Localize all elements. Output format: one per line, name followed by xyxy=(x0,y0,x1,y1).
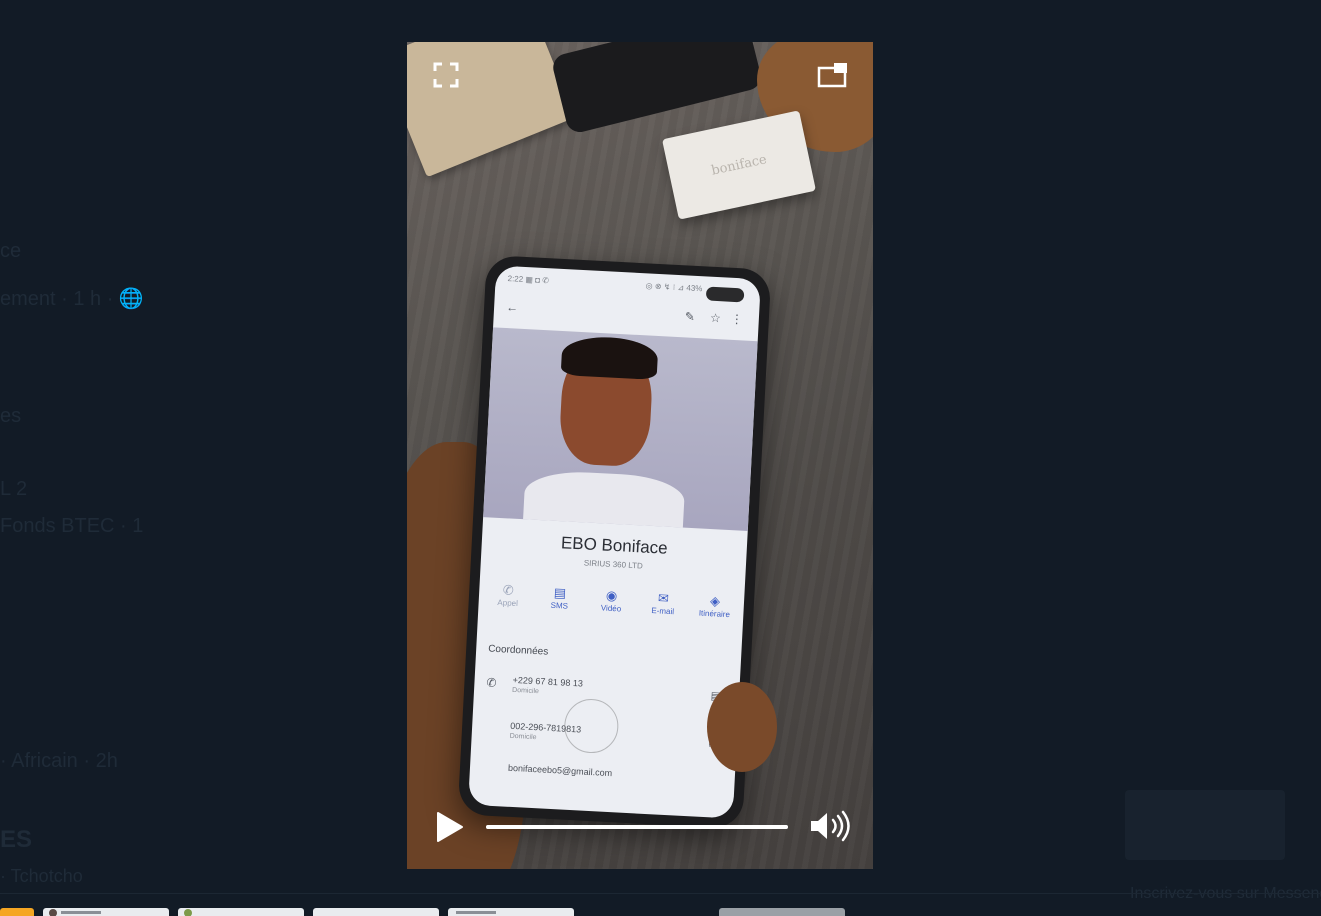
contact-photo xyxy=(483,327,758,531)
sms-action: ▤ SMS xyxy=(535,584,583,626)
background-text: es xyxy=(0,405,22,427)
background-text: · Africain · 2h xyxy=(0,750,118,772)
thumbnail-strip xyxy=(0,893,1321,916)
phone-statusbar: 2:22 ▦ ◘ ✆ ◎ ⊗ ↯ ⁝ ⊿ 43% xyxy=(507,274,748,303)
background-text: ce xyxy=(0,240,22,262)
details-heading: Coordonnées xyxy=(487,643,549,658)
message-icon: ▤ xyxy=(553,584,567,601)
volume-icon[interactable] xyxy=(809,809,855,843)
mail-icon: ✉ xyxy=(657,590,670,606)
thumbnail[interactable] xyxy=(43,908,169,916)
camera-cutout xyxy=(705,286,745,303)
status-left: 2:22 ▦ ◘ ✆ xyxy=(507,274,550,286)
background-card xyxy=(1125,790,1285,860)
thumbnail[interactable] xyxy=(719,908,845,916)
page: ce ement · 1 h · 🌐 es L 2 Fonds BTEC · 1… xyxy=(0,0,1321,916)
fullscreen-icon[interactable] xyxy=(433,62,459,88)
play-icon[interactable] xyxy=(435,811,465,843)
detail-value: bonifaceebo5@gmail.com xyxy=(507,762,613,779)
email-action: ✉ E-mail xyxy=(639,589,687,631)
background-text: ES xyxy=(0,826,33,853)
contact-appbar: ← ✎ ☆ ⋮ xyxy=(506,300,748,331)
phone-icon: ✆ xyxy=(486,675,497,691)
detail-type: Domicile xyxy=(509,732,537,742)
contact-actions: ✆ Appel ▤ SMS ◉ Vidéo ✉ E-mail ◈ Itinéra… xyxy=(484,581,739,634)
thumbnail[interactable] xyxy=(0,908,34,916)
action-label: Vidéo xyxy=(600,603,622,614)
thumbnail[interactable] xyxy=(313,908,439,916)
contact-detail-row: bonifaceebo5@gmail.com xyxy=(481,761,723,802)
picture-in-picture-icon[interactable] xyxy=(817,62,849,88)
action-label: Itinéraire xyxy=(698,608,731,620)
star-icon: ☆ xyxy=(709,310,722,326)
photo-hair xyxy=(560,335,659,380)
action-label: Appel xyxy=(497,597,519,609)
video-player[interactable]: boniface 2:22 ▦ ◘ ✆ ◎ ⊗ ↯ ⁝ ⊿ 43% ← ✎ ☆ … xyxy=(407,42,873,869)
background-text: ement · 1 h · 🌐 xyxy=(0,288,144,310)
video-call-icon: ◉ xyxy=(605,587,618,604)
progress-fill xyxy=(486,825,788,829)
action-label: SMS xyxy=(550,600,569,611)
photo-turtleneck xyxy=(522,469,686,531)
background-text: Fonds BTEC · 1 xyxy=(0,515,144,537)
progress-bar[interactable] xyxy=(486,825,788,829)
directions-action: ◈ Itinéraire xyxy=(690,592,738,634)
thumbnail[interactable] xyxy=(178,908,304,916)
video-scene-thumb xyxy=(707,682,777,772)
phone-icon: ✆ xyxy=(502,582,515,598)
call-action: ✆ Appel xyxy=(484,581,532,623)
more-icon: ⋮ xyxy=(730,311,744,327)
detail-type: Domicile xyxy=(511,686,540,696)
background-text: L 2 xyxy=(0,478,28,500)
edit-icon: ✎ xyxy=(684,309,696,324)
video-controls xyxy=(407,807,873,847)
video-action: ◉ Vidéo xyxy=(587,587,635,629)
status-right: ◎ ⊗ ↯ ⁝ ⊿ 43% xyxy=(645,281,703,294)
action-label: E-mail xyxy=(651,606,675,617)
thumbnail[interactable] xyxy=(448,908,574,916)
back-arrow-icon: ← xyxy=(505,300,519,315)
background-text: · Tchotcho xyxy=(0,866,83,886)
